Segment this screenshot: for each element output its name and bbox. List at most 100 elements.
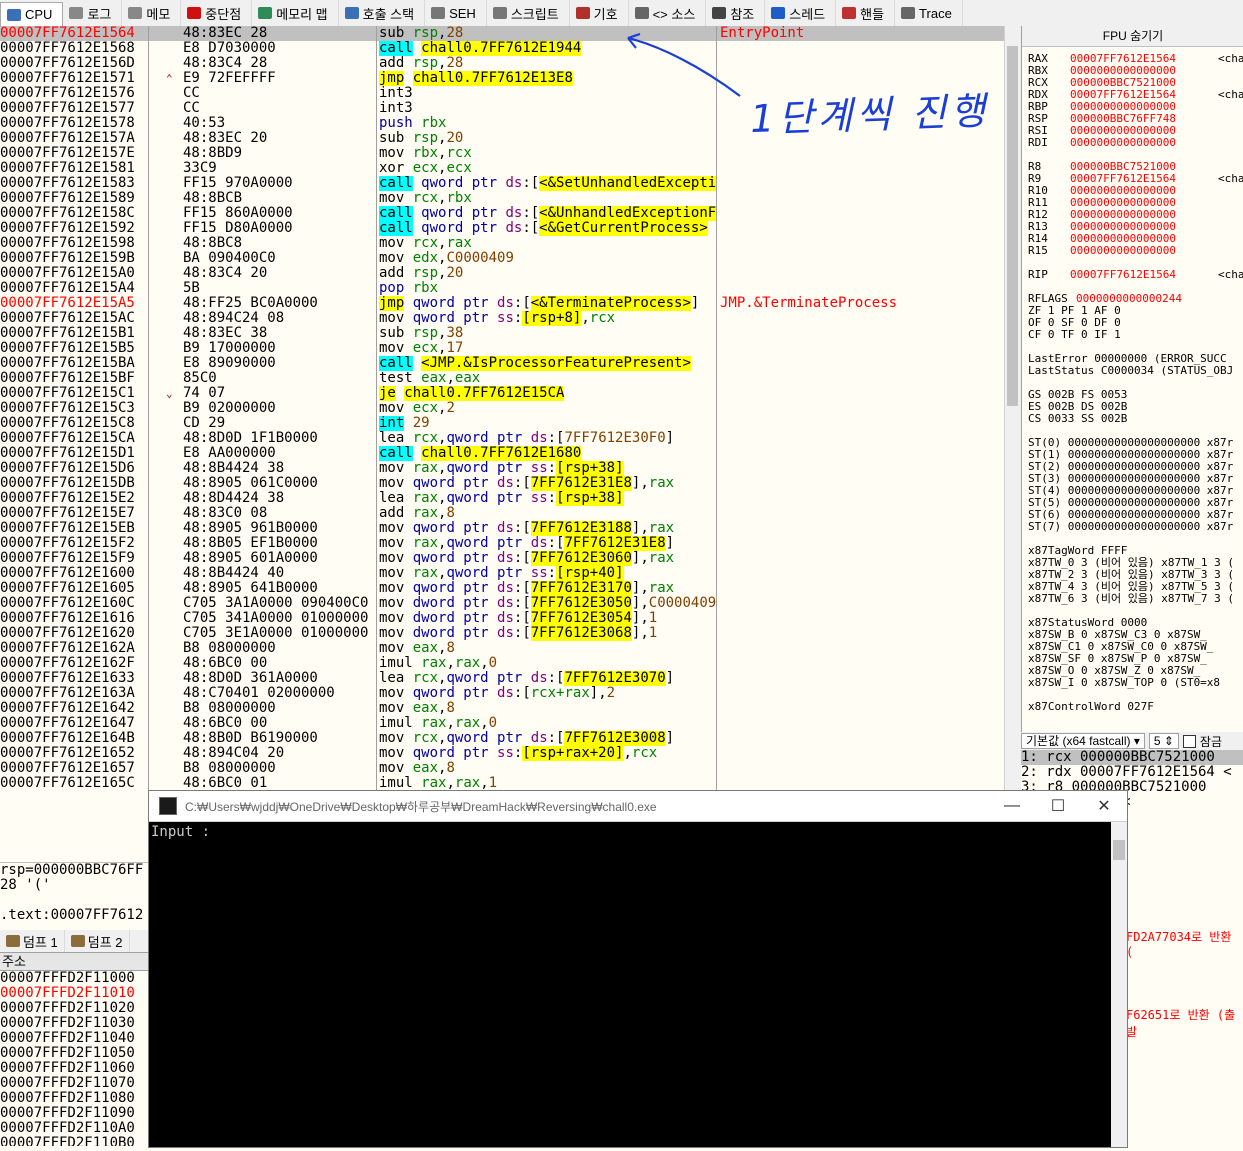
disasm-row[interactable]: 00007FF7612E15F2 48:8B05 EF1B0000 mov rax,… bbox=[0, 536, 1004, 551]
disasm-row[interactable]: 00007FF7612E1652 48:894C04 20 mov qword pt… bbox=[0, 746, 1004, 761]
disasm-row[interactable]: 00007FF7612E160C C705 3A1A0000 090400C0 mo… bbox=[0, 596, 1004, 611]
console-window[interactable]: C:₩Users₩wjddj₩OneDrive₩Desktop₩하루공부₩Dre… bbox=[148, 790, 1128, 1148]
disasm-row[interactable]: 00007FF7612E1571 ⌃ E9 72FEFFFF jmp chall0.7… bbox=[0, 71, 1004, 86]
dump-row[interactable]: 00007FFFD2F11000 bbox=[0, 971, 148, 986]
disasm-row[interactable]: 00007FF7612E159B BA 090400C0 mov edx,C0000… bbox=[0, 251, 1004, 266]
dump-row[interactable]: 00007FFFD2F110B0 bbox=[0, 1136, 148, 1147]
disasm-row[interactable]: 00007FF7612E158C FF15 860A0000 call qword … bbox=[0, 206, 1004, 221]
tab-symbol[interactable]: 기호 bbox=[570, 0, 629, 26]
disasm-row[interactable]: 00007FF7612E15E7 48:83C0 08 add rax,8 bbox=[0, 506, 1004, 521]
disasm-row[interactable]: 00007FF7612E15DB 48:8905 061C0000 mov qwor… bbox=[0, 476, 1004, 491]
register-value[interactable]: 0000000000000000 bbox=[1070, 245, 1218, 257]
disasm-row[interactable]: 00007FF7612E164B 48:8B0D B6190000 mov rcx,… bbox=[0, 731, 1004, 746]
tab-call-stack[interactable]: 호출 스택 bbox=[339, 0, 426, 26]
disasm-row[interactable]: 00007FF7612E1642 B8 08000000 mov eax,8 bbox=[0, 701, 1004, 716]
dump-row[interactable]: 00007FFFD2F11050 bbox=[0, 1046, 148, 1061]
disasm-row[interactable]: 00007FF7612E15B1 48:83EC 38 sub rsp,38 bbox=[0, 326, 1004, 341]
disasm-row[interactable]: 00007FF7612E1647 48:6BC0 00 imul rax,rax,0 bbox=[0, 716, 1004, 731]
disasm-row[interactable]: 00007FF7612E1581 33C9 xor ecx,ecx bbox=[0, 161, 1004, 176]
dump-row[interactable]: 00007FFFD2F11030 bbox=[0, 1016, 148, 1031]
tab-trace[interactable]: Trace bbox=[895, 0, 963, 26]
disasm-row[interactable]: 00007FF7612E15AC 48:894C24 08 mov qword pt… bbox=[0, 311, 1004, 326]
tab-memory-map[interactable]: 메모리 맵 bbox=[252, 0, 339, 26]
disasm-row[interactable]: 00007FF7612E1568 E8 D7030000 call chall0.7… bbox=[0, 41, 1004, 56]
disasm-row[interactable]: 00007FF7612E1592 FF15 D80A0000 call qword … bbox=[0, 221, 1004, 236]
disasm-row[interactable]: 00007FF7612E1564 48:83EC 28 sub rsp,28 Entr… bbox=[0, 26, 1004, 41]
disasm-row[interactable]: 00007FF7612E15CA 48:8D0D 1F1B0000 lea rcx,… bbox=[0, 431, 1004, 446]
disasm-row[interactable]: 00007FF7612E15A0 48:83C4 20 add rsp,20 bbox=[0, 266, 1004, 281]
disasm-row[interactable]: 00007FF7612E15B5 B9 17000000 mov ecx,17 bbox=[0, 341, 1004, 356]
lock-checkbox[interactable] bbox=[1182, 734, 1196, 748]
disasm-row[interactable]: 00007FF7612E165C 48:6BC0 01 imul rax,rax,1 bbox=[0, 776, 1004, 790]
dump-row[interactable]: 00007FFFD2F11040 bbox=[0, 1031, 148, 1046]
register-value[interactable]: 00007FF7612E1564 bbox=[1070, 269, 1218, 281]
disasm-row[interactable]: 00007FF7612E15BA E8 89090000 call <JMP.&Is… bbox=[0, 356, 1004, 371]
disasm-row[interactable]: 00007FF7612E15C1 ⌄ 74 07 je chall0.7FF7612E… bbox=[0, 386, 1004, 401]
call-arg-row[interactable]: 1: rcx 000000BBC7521000 bbox=[1021, 750, 1243, 765]
dump-row[interactable]: 00007FFFD2F11080 bbox=[0, 1091, 148, 1106]
disasm-row[interactable]: 00007FF7612E15C3 B9 02000000 mov ecx,2 bbox=[0, 401, 1004, 416]
disasm-row[interactable]: 00007FF7612E157E 48:8BD9 mov rbx,rcx bbox=[0, 146, 1004, 161]
disasm-row[interactable]: 00007FF7612E15E2 48:8D4424 38 lea rax,qwor… bbox=[0, 491, 1004, 506]
register-rip[interactable]: RIP 00007FF7612E1564 <cha bbox=[1022, 269, 1243, 281]
console-scrollbar[interactable] bbox=[1111, 822, 1127, 1147]
disasm-row[interactable]: 00007FF7612E1605 48:8905 641B0000 mov qwor… bbox=[0, 581, 1004, 596]
disasm-row[interactable]: 00007FF7612E1589 48:8BCB mov rcx,rbx bbox=[0, 191, 1004, 206]
tab-cpu[interactable]: CPU bbox=[0, 2, 64, 26]
tab-reference[interactable]: 참조 bbox=[706, 0, 766, 26]
disasm-row[interactable]: 00007FF7612E15D1 E8 AA000000 call chall0.7… bbox=[0, 446, 1004, 461]
tab-breakpoint[interactable]: 중단점 bbox=[181, 0, 253, 26]
tab-log[interactable]: 로그 bbox=[63, 0, 123, 26]
tab-source[interactable]: <> 소스 bbox=[629, 0, 707, 26]
console-title-bar[interactable]: C:₩Users₩wjddj₩OneDrive₩Desktop₩하루공부₩Dre… bbox=[149, 791, 1127, 822]
disasm-row[interactable]: 00007FF7612E1657 B8 08000000 mov eax,8 bbox=[0, 761, 1004, 776]
disasm-row[interactable]: 00007FF7612E1616 C705 341A0000 01000000 mo… bbox=[0, 611, 1004, 626]
console-output[interactable]: Input : bbox=[149, 822, 1115, 1151]
disasm-row[interactable]: 00007FF7612E162A B8 08000000 mov eax,8 bbox=[0, 641, 1004, 656]
disasm-row[interactable]: 00007FF7612E1598 48:8BC8 mov rcx,rax bbox=[0, 236, 1004, 251]
arg-count-spinner[interactable]: 5 ⇕ bbox=[1148, 733, 1179, 749]
disasm-row[interactable]: 00007FF7612E15A5 48:FF25 BC0A0000 jmp qwor… bbox=[0, 296, 1004, 311]
dump-row[interactable]: 00007FFFD2F11070 bbox=[0, 1076, 148, 1091]
tab-script[interactable]: 스크립트 bbox=[487, 0, 570, 26]
scrollbar-thumb[interactable] bbox=[1007, 46, 1018, 406]
register-r15[interactable]: R15 0000000000000000 bbox=[1022, 245, 1243, 257]
disasm-row[interactable]: 00007FF7612E15A4 5B pop rbx bbox=[0, 281, 1004, 296]
disasm-row[interactable]: 00007FF7612E157A 48:83EC 20 sub rsp,20 bbox=[0, 131, 1004, 146]
disasm-row[interactable]: 00007FF7612E15BF 85C0 test eax,eax bbox=[0, 371, 1004, 386]
dump-row[interactable]: 00007FFFD2F110A0 bbox=[0, 1121, 148, 1136]
call-convention-select[interactable]: 기본값 (x64 fastcall) ▾ bbox=[1021, 733, 1145, 749]
tab-seh[interactable]: SEH bbox=[425, 0, 487, 26]
disasm-row[interactable]: 00007FF7612E1578 40:53 push rbx bbox=[0, 116, 1004, 131]
register-rdi[interactable]: RDI 0000000000000000 bbox=[1022, 137, 1243, 149]
disasm-row[interactable]: 00007FF7612E163A 48:C70401 02000000 mov qw… bbox=[0, 686, 1004, 701]
close-button[interactable]: ✕ bbox=[1081, 796, 1127, 816]
disasm-row[interactable]: 00007FF7612E15D6 48:8B4424 38 mov rax,qwor… bbox=[0, 461, 1004, 476]
disasm-row[interactable]: 00007FF7612E1620 C705 3E1A0000 01000000 mo… bbox=[0, 626, 1004, 641]
tab-handle[interactable]: 핸들 bbox=[836, 0, 896, 26]
disassembly-view[interactable]: 00007FF7612E1564 48:83EC 28 sub rsp,28 Entr… bbox=[0, 26, 1004, 790]
dump-view[interactable]: 00007FFFD2F11000 00007FFFD2F11010 00007FFF… bbox=[0, 971, 148, 1146]
disasm-row[interactable]: 00007FF7612E1576 CC int3 bbox=[0, 86, 1004, 101]
tab-thread[interactable]: 스레드 bbox=[765, 0, 837, 26]
disasm-row[interactable]: 00007FF7612E15EB 48:8905 961B0000 mov qwor… bbox=[0, 521, 1004, 536]
disasm-row[interactable]: 00007FF7612E1583 FF15 970A0000 call qword … bbox=[0, 176, 1004, 191]
tab-memo[interactable]: 메모 bbox=[122, 0, 182, 26]
disasm-row[interactable]: 00007FF7612E15F9 48:8905 601A0000 mov qwor… bbox=[0, 551, 1004, 566]
dump-tab-2[interactable]: 덤프 2 bbox=[65, 930, 130, 952]
dump-row[interactable]: 00007FFFD2F11010 bbox=[0, 986, 148, 1001]
console-scrollbar-thumb[interactable] bbox=[1113, 840, 1125, 860]
fpu-toggle-button[interactable]: FPU 숨기기 bbox=[1022, 26, 1243, 47]
disasm-row[interactable]: 00007FF7612E156D 48:83C4 28 add rsp,28 bbox=[0, 56, 1004, 71]
disasm-row[interactable]: 00007FF7612E1633 48:8D0D 361A0000 lea rcx,… bbox=[0, 671, 1004, 686]
disasm-row[interactable]: 00007FF7612E15C8 CD 29 int 29 bbox=[0, 416, 1004, 431]
disasm-row[interactable]: 00007FF7612E1577 CC int3 bbox=[0, 101, 1004, 116]
minimize-button[interactable]: — bbox=[989, 797, 1035, 815]
disasm-row[interactable]: 00007FF7612E1600 48:8B4424 40 mov rax,qwor… bbox=[0, 566, 1004, 581]
call-arg-row[interactable]: 2: rdx 00007FF7612E1564 < bbox=[1021, 765, 1243, 780]
dump-row[interactable]: 00007FFFD2F11060 bbox=[0, 1061, 148, 1076]
register-value[interactable]: 0000000000000000 bbox=[1070, 137, 1218, 149]
dump-row[interactable]: 00007FFFD2F11090 bbox=[0, 1106, 148, 1121]
disasm-row[interactable]: 00007FF7612E162F 48:6BC0 00 imul rax,rax,0 bbox=[0, 656, 1004, 671]
dump-row[interactable]: 00007FFFD2F11020 bbox=[0, 1001, 148, 1016]
